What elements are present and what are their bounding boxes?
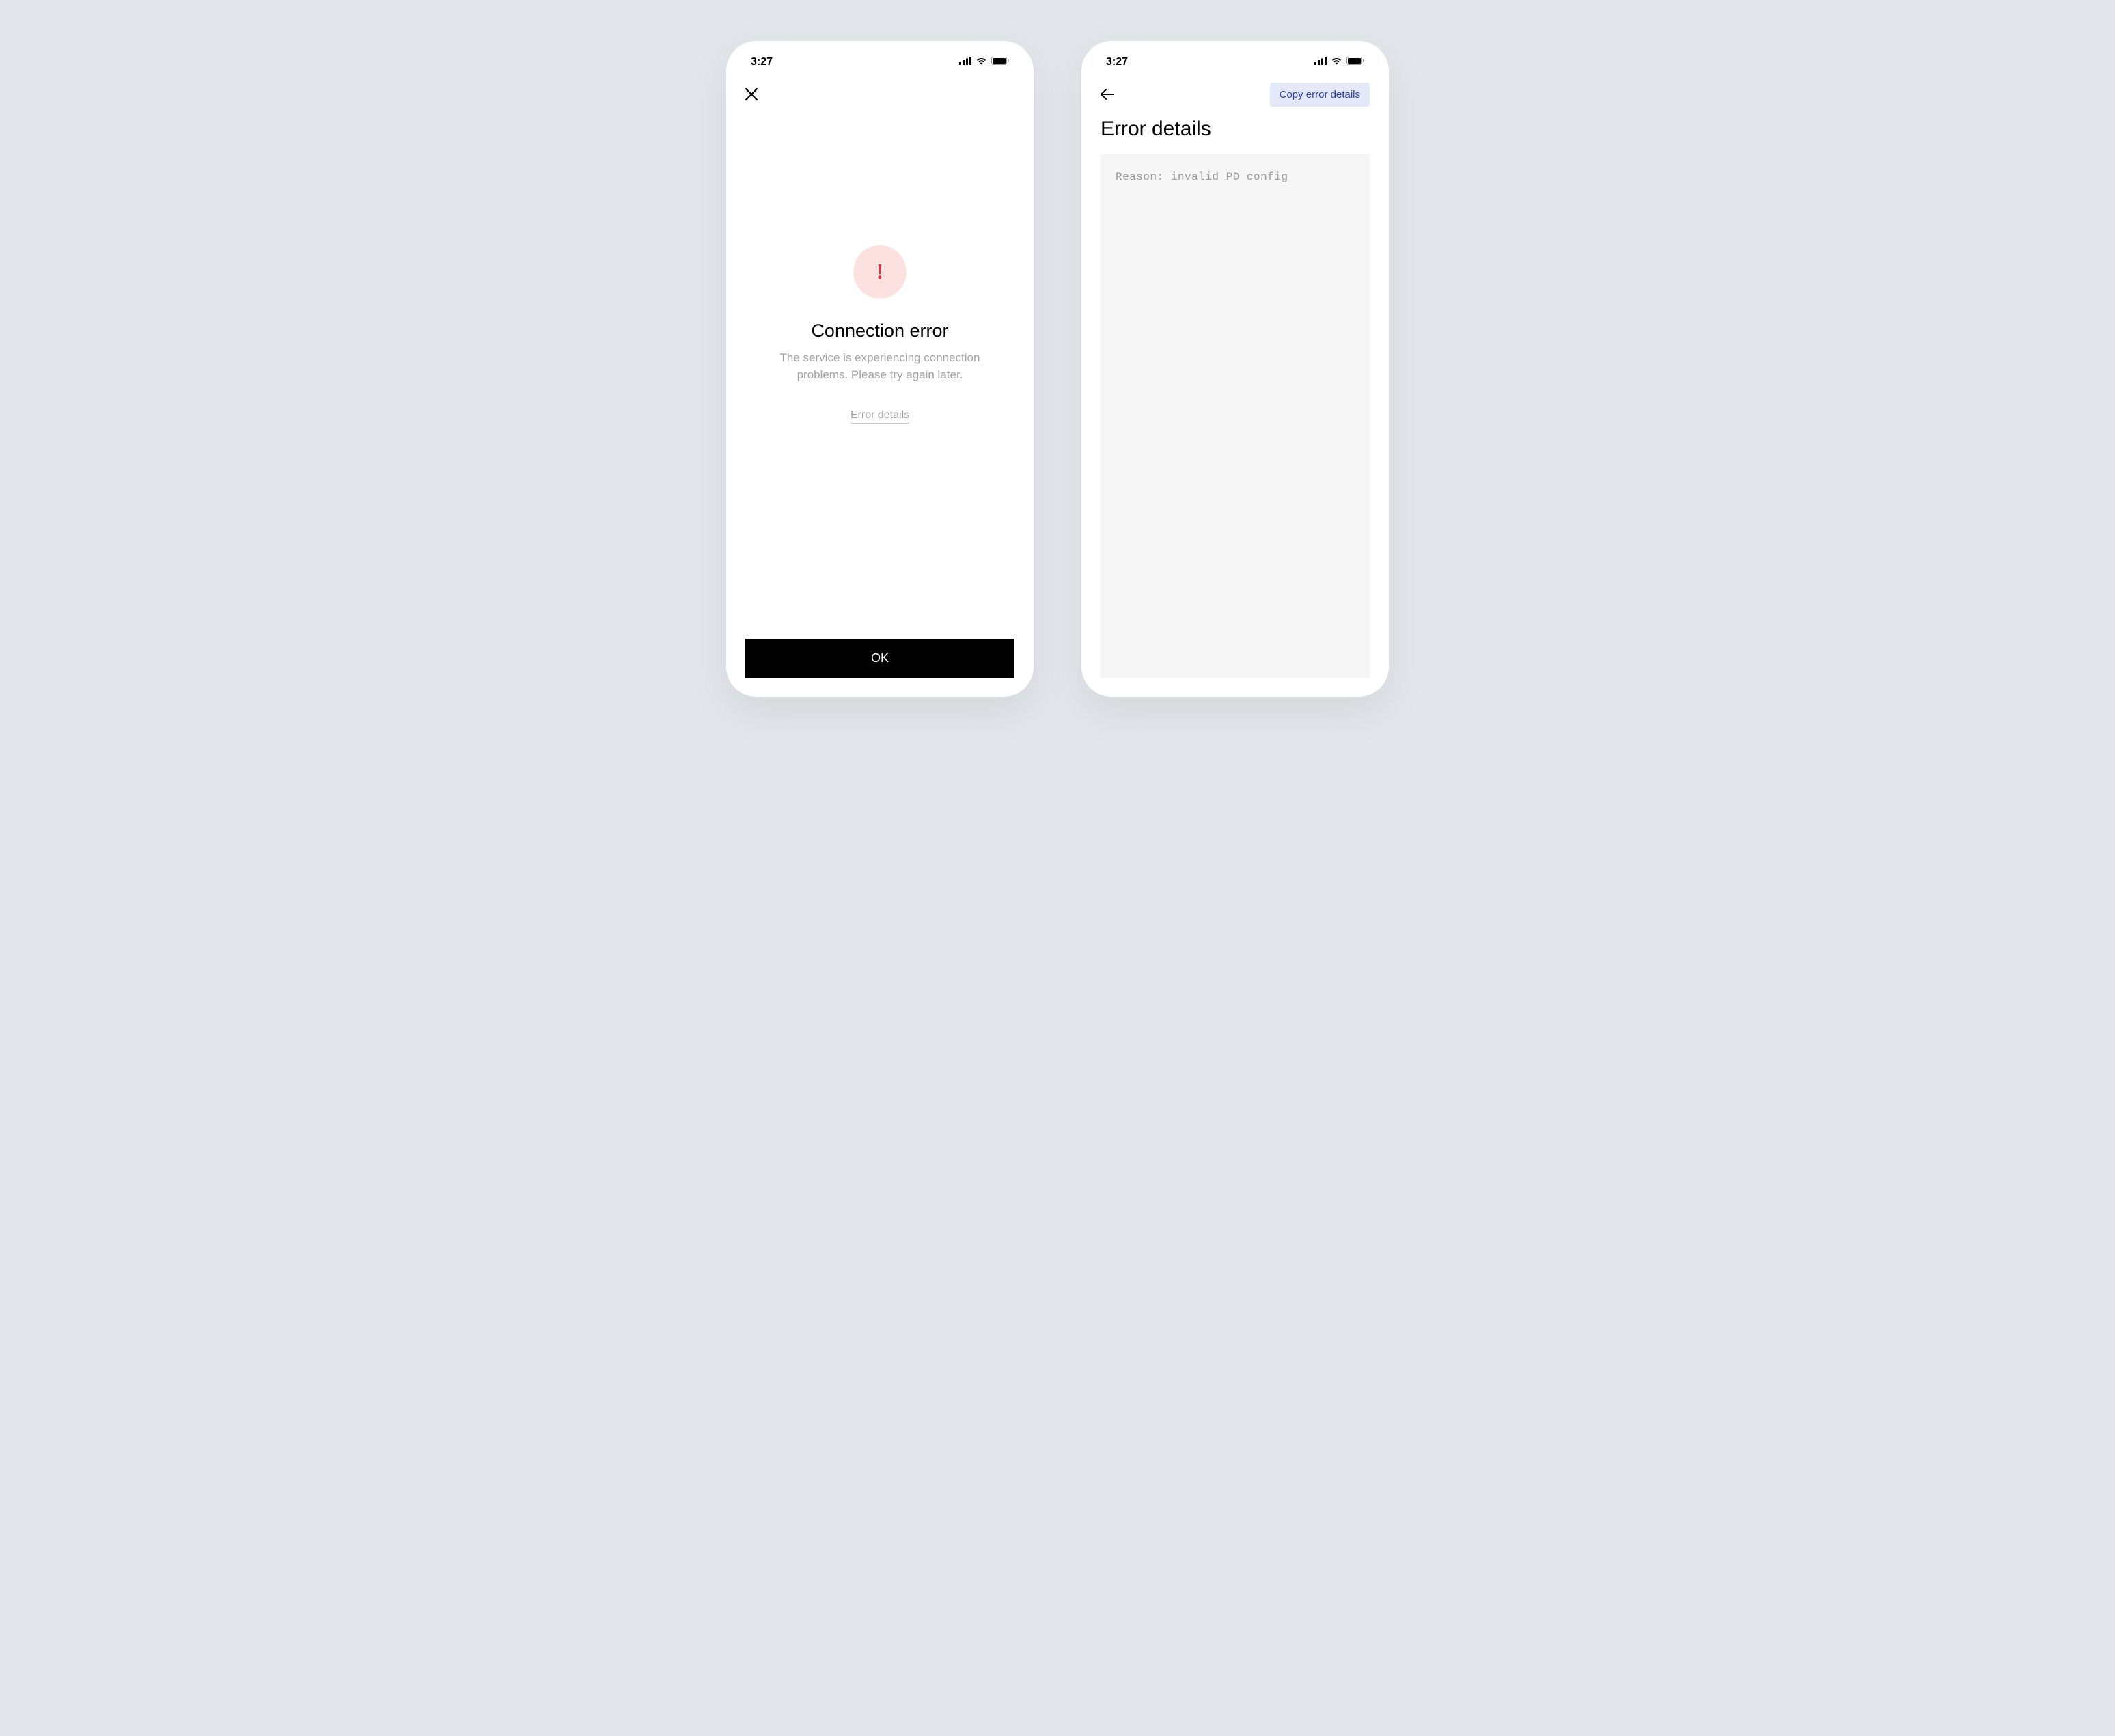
details-content: Reason: invalid PD config <box>1081 154 1389 697</box>
error-icon-circle: ! <box>853 245 907 299</box>
error-message: The service is experiencing connection p… <box>754 350 1006 383</box>
signal-icon <box>1314 56 1327 68</box>
status-bar: 3:27 <box>1081 41 1389 77</box>
error-reason-block: Reason: invalid PD config <box>1101 154 1370 678</box>
page-title: Error details <box>1081 112 1389 154</box>
back-arrow-icon[interactable] <box>1101 89 1114 100</box>
battery-icon <box>1346 56 1364 68</box>
status-icons <box>1314 56 1364 68</box>
nav-bar: Copy error details <box>1081 77 1389 112</box>
error-title: Connection error <box>811 320 948 342</box>
status-time: 3:27 <box>1106 56 1128 68</box>
phone-details-screen: 3:27 <box>1081 41 1389 697</box>
phone-error-screen: 3:27 <box>726 41 1034 697</box>
wifi-icon <box>1331 56 1342 68</box>
exclamation-icon: ! <box>876 259 884 284</box>
ok-button[interactable]: OK <box>745 639 1014 678</box>
error-details-link[interactable]: Error details <box>851 409 909 424</box>
error-content: ! Connection error The service is experi… <box>726 41 1034 639</box>
copy-error-button[interactable]: Copy error details <box>1270 83 1370 107</box>
